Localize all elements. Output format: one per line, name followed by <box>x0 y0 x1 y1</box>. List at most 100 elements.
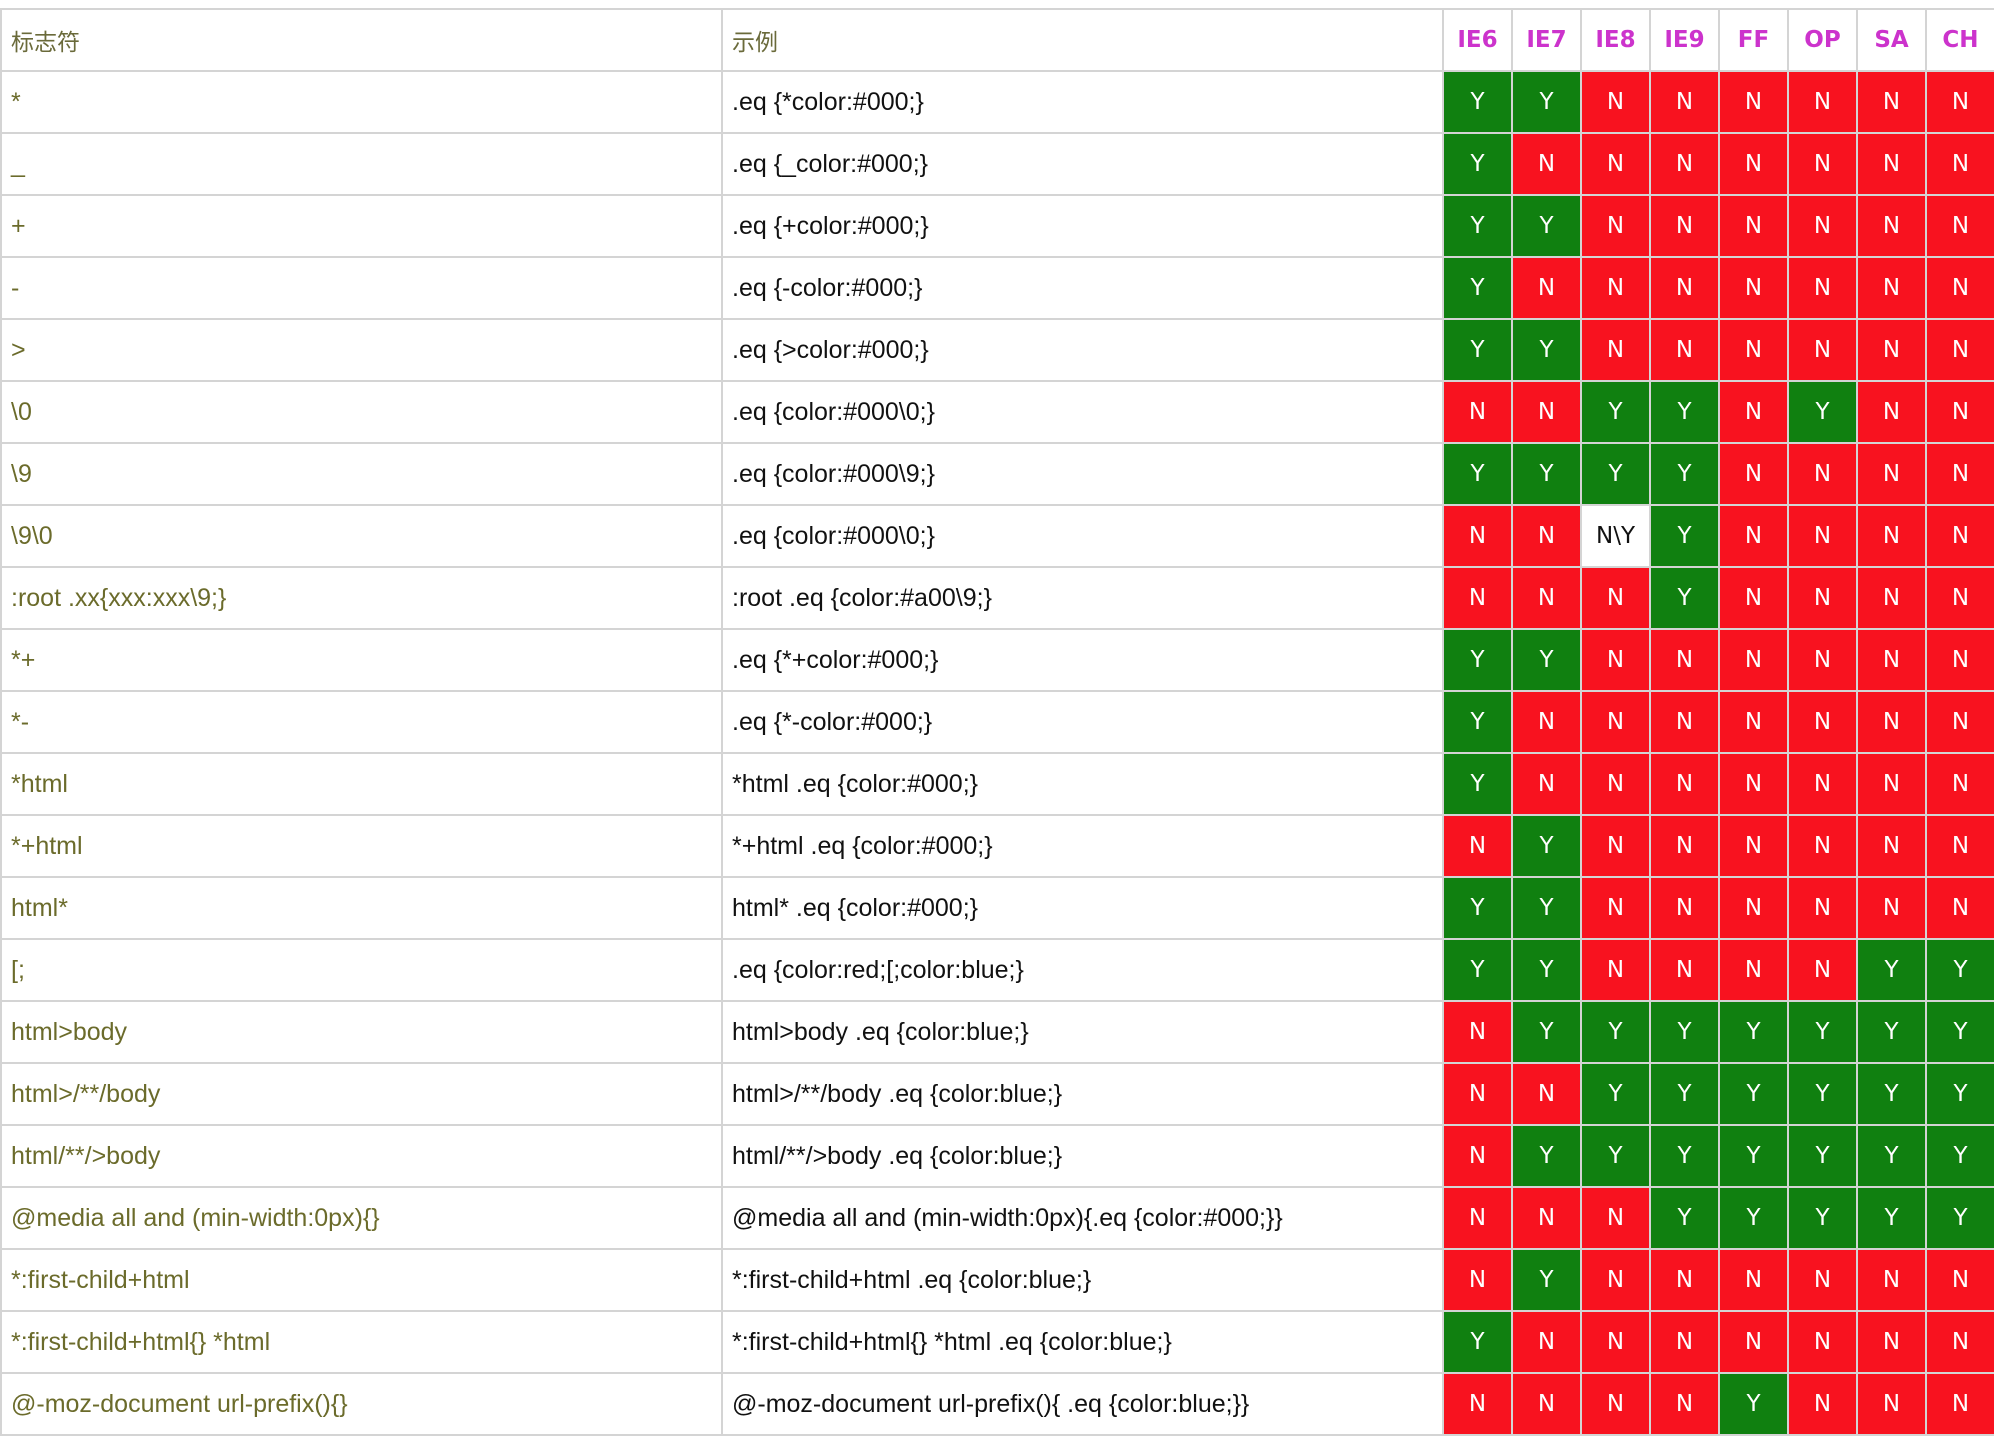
header-browser-ff: FF <box>1718 8 1789 72</box>
support-cell-ie6: N <box>1442 1062 1513 1126</box>
flag-cell: \9 <box>0 442 723 506</box>
support-cell-ie9: N <box>1649 752 1720 816</box>
header-flag: 标志符 <box>0 8 723 72</box>
support-cell-ie7: Y <box>1511 1000 1582 1064</box>
example-cell: .eq {color:#000\0;} <box>721 380 1444 444</box>
header-browser-sa: SA <box>1856 8 1927 72</box>
support-cell-ch: N <box>1925 442 1994 506</box>
example-cell: *:first-child+html .eq {color:blue;} <box>721 1248 1444 1312</box>
table-row: *- .eq {*-color:#000;} Y N N N N N N N <box>0 690 1994 754</box>
support-cell-op: Y <box>1787 380 1858 444</box>
support-cell-ff: N <box>1718 876 1789 940</box>
support-cell-ie8: Y <box>1580 442 1651 506</box>
support-cell-sa: Y <box>1856 1124 1927 1188</box>
table-row: @-moz-document url-prefix(){} @-moz-docum… <box>0 1372 1994 1436</box>
flag-cell: *html <box>0 752 723 816</box>
table-row: [; .eq {color:red;[;color:blue;} Y Y N N N N Y Y <box>0 938 1994 1002</box>
table-row: html/**/>body html/**/>body .eq {color:bl… <box>0 1124 1994 1188</box>
example-cell: .eq {color:red;[;color:blue;} <box>721 938 1444 1002</box>
support-cell-ie9: Y <box>1649 1124 1720 1188</box>
support-cell-ff: N <box>1718 380 1789 444</box>
support-cell-ie7: Y <box>1511 442 1582 506</box>
support-cell-ie7: N <box>1511 566 1582 630</box>
support-cell-ie6: Y <box>1442 70 1513 134</box>
table-row: \9 .eq {color:#000\9;} Y Y Y Y N N N N <box>0 442 1994 506</box>
support-cell-ie9: Y <box>1649 566 1720 630</box>
flag-cell: * <box>0 70 723 134</box>
support-cell-ie7: Y <box>1511 1124 1582 1188</box>
flag-cell: html/**/>body <box>0 1124 723 1188</box>
support-cell-sa: N <box>1856 442 1927 506</box>
support-cell-op: N <box>1787 752 1858 816</box>
support-cell-sa: N <box>1856 194 1927 258</box>
table-row: > .eq {>color:#000;} Y Y N N N N N N <box>0 318 1994 382</box>
example-cell: html* .eq {color:#000;} <box>721 876 1444 940</box>
support-cell-ie8: N <box>1580 132 1651 196</box>
support-cell-sa: N <box>1856 1310 1927 1374</box>
header-browser-ie6: IE6 <box>1442 8 1513 72</box>
example-cell: @-moz-document url-prefix(){ .eq {color:… <box>721 1372 1444 1436</box>
header-browser-op: OP <box>1787 8 1858 72</box>
support-cell-ie7: N <box>1511 1372 1582 1436</box>
support-cell-ie8: N <box>1580 1372 1651 1436</box>
example-cell: .eq {+color:#000;} <box>721 194 1444 258</box>
support-cell-ie9: N <box>1649 1248 1720 1312</box>
flag-cell: *:first-child+html <box>0 1248 723 1312</box>
support-cell-sa: N <box>1856 566 1927 630</box>
support-cell-ie6: Y <box>1442 256 1513 320</box>
support-cell-op: N <box>1787 690 1858 754</box>
table-row: *+html *+html .eq {color:#000;} N Y N N N N N N <box>0 814 1994 878</box>
table-row: *:first-child+html{} *html *:first-child+… <box>0 1310 1994 1374</box>
support-cell-ie8: N <box>1580 1248 1651 1312</box>
support-cell-ff: N <box>1718 70 1789 134</box>
flag-cell: @media all and (min-width:0px){} <box>0 1186 723 1250</box>
support-cell-sa: N <box>1856 132 1927 196</box>
support-cell-ie9: Y <box>1649 1062 1720 1126</box>
support-cell-ie9: Y <box>1649 442 1720 506</box>
support-cell-ie7: N <box>1511 690 1582 754</box>
support-cell-sa: N <box>1856 318 1927 382</box>
table-row: \0 .eq {color:#000\0;} N N Y Y N Y N N <box>0 380 1994 444</box>
example-cell: @media all and (min-width:0px){.eq {colo… <box>721 1186 1444 1250</box>
support-cell-ch: N <box>1925 1372 1994 1436</box>
support-cell-ie9: N <box>1649 194 1720 258</box>
flag-cell: _ <box>0 132 723 196</box>
support-cell-ie7: Y <box>1511 318 1582 382</box>
support-cell-op: N <box>1787 70 1858 134</box>
example-cell: html/**/>body .eq {color:blue;} <box>721 1124 1444 1188</box>
example-cell: html>body .eq {color:blue;} <box>721 1000 1444 1064</box>
support-cell-op: Y <box>1787 1186 1858 1250</box>
support-cell-ie9: N <box>1649 938 1720 1002</box>
header-browser-ch: CH <box>1925 8 1994 72</box>
flag-cell: - <box>0 256 723 320</box>
support-cell-op: N <box>1787 256 1858 320</box>
support-cell-ie8: N <box>1580 70 1651 134</box>
support-cell-op: N <box>1787 1248 1858 1312</box>
example-cell: *+html .eq {color:#000;} <box>721 814 1444 878</box>
flag-cell: :root .xx{xxx:xxx\9;} <box>0 566 723 630</box>
support-cell-sa: N <box>1856 1248 1927 1312</box>
support-cell-ff: Y <box>1718 1372 1789 1436</box>
example-cell: .eq {>color:#000;} <box>721 318 1444 382</box>
table-row: \9\0 .eq {color:#000\0;} N N N\Y Y N N N N <box>0 504 1994 568</box>
support-cell-ie6: Y <box>1442 442 1513 506</box>
support-cell-ie6: Y <box>1442 318 1513 382</box>
support-cell-sa: Y <box>1856 1062 1927 1126</box>
flag-cell: html>body <box>0 1000 723 1064</box>
flag-cell: [; <box>0 938 723 1002</box>
example-cell: .eq {color:#000\0;} <box>721 504 1444 568</box>
table-row: html* html* .eq {color:#000;} Y Y N N N N N N <box>0 876 1994 940</box>
support-cell-ie8: Y <box>1580 1000 1651 1064</box>
flag-cell: + <box>0 194 723 258</box>
support-cell-ie8: N <box>1580 814 1651 878</box>
flag-cell: html* <box>0 876 723 940</box>
support-cell-ie7: Y <box>1511 70 1582 134</box>
support-cell-ie7: Y <box>1511 628 1582 692</box>
support-cell-ff: Y <box>1718 1000 1789 1064</box>
flag-cell: \0 <box>0 380 723 444</box>
support-cell-sa: N <box>1856 504 1927 568</box>
support-cell-sa: N <box>1856 690 1927 754</box>
support-cell-ie9: N <box>1649 814 1720 878</box>
example-cell: .eq {-color:#000;} <box>721 256 1444 320</box>
support-cell-ie6: N <box>1442 1372 1513 1436</box>
